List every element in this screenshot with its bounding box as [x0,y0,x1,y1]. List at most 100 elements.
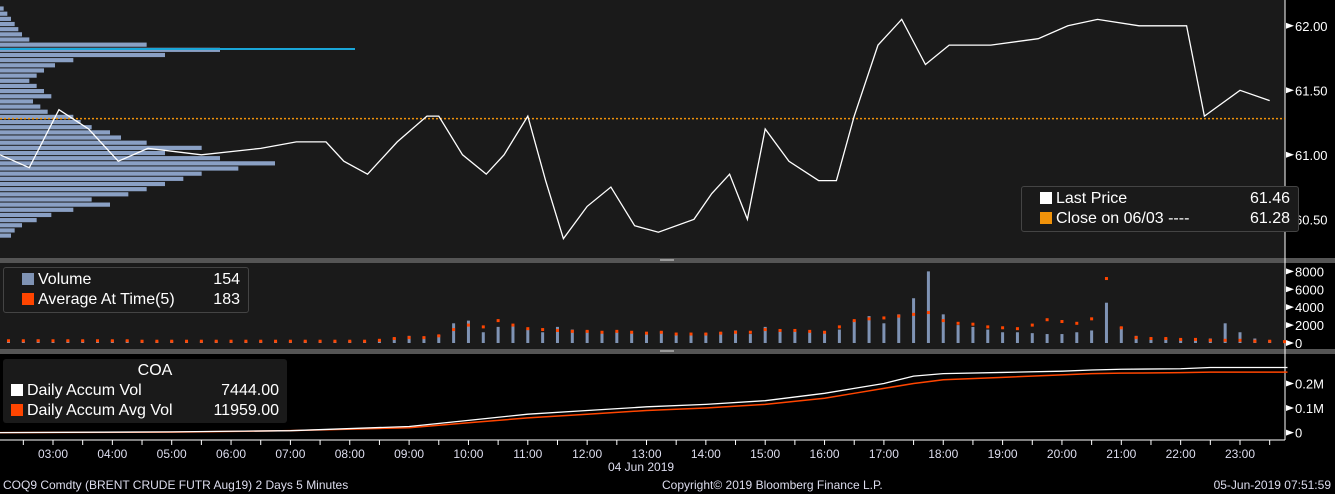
average-marker [570,329,574,333]
price-axis-tick-label: 61.00 [1295,148,1328,163]
average-marker [659,330,663,334]
volume-bar [1119,326,1123,343]
volume-bar [511,325,515,343]
average-marker [852,319,856,323]
average-marker [1149,337,1153,341]
divider-handle [660,350,674,352]
average-marker [244,339,248,343]
average-marker [882,316,886,320]
x-tick-label: 04:00 [97,447,127,461]
volume-bar [897,314,901,343]
average-marker [437,334,441,338]
average-marker [318,339,322,343]
volume-profile-bar [0,78,30,83]
volume-bar [1001,332,1005,343]
volume-bar [1045,334,1049,343]
volume-bar [615,332,619,343]
accum-avg-value: 11959.00 [213,402,279,419]
average-marker [259,339,263,343]
volume-axis-tick-marker [1286,304,1294,311]
average-marker [185,339,189,343]
x-tick-label: 23:00 [1225,447,1255,461]
volume-profile-bar [0,187,147,192]
volume-profile-bar [0,52,165,58]
volume-profile-bar [0,16,11,21]
volume-value: 154 [213,271,240,288]
accum-axis-tick-label: 0.2M [1295,376,1324,391]
accum-swatch [11,384,23,396]
average-marker [971,322,975,326]
volume-bar [496,326,500,343]
volume-profile-bar [0,228,15,233]
average-marker [689,332,693,336]
average-marker [926,311,930,315]
x-tick-label: 12:00 [572,447,602,461]
x-tick-label: 19:00 [988,447,1018,461]
average-marker [867,317,871,321]
average-marker [36,339,40,343]
volume-legend[interactable]: Volume 154 Average At Time(5) 183 [3,267,249,313]
average-marker [274,339,278,343]
average-marker [81,339,85,343]
x-tick-label: 16:00 [810,447,840,461]
accum-axis-tick-marker [1286,405,1294,412]
average-marker [155,339,159,343]
accum-avg-swatch [11,404,23,416]
average-marker [21,339,25,343]
volume-axis-tick-marker [1286,322,1294,329]
last-price-swatch [1040,192,1052,204]
accum-vol-value: 7444.00 [221,382,279,399]
volume-bar [1104,302,1108,343]
volume-profile-bar [0,63,55,68]
volume-bar [882,323,886,343]
volume-profile-bar [0,21,15,27]
avg-swatch [22,293,34,305]
average-marker [96,339,100,343]
volume-profile-bar [0,192,129,197]
volume-profile-bar [0,58,74,63]
average-marker [377,338,381,342]
volume-profile-bar [0,140,147,145]
last-price-value: 61.46 [1249,190,1290,207]
volume-axis-tick-label: 0 [1295,336,1302,351]
volume-bar [956,325,960,343]
average-marker [704,332,708,336]
volume-profile-bar [0,27,19,32]
average-marker [585,329,589,333]
volume-bar [748,334,752,343]
average-marker [140,339,144,343]
x-tick-label: 20:00 [1047,447,1077,461]
volume-axis-tick-marker [1286,268,1294,275]
security-description: COQ9 Comdty (BRENT CRUDE FUTR Aug19) 2 D… [3,478,349,492]
volume-profile-bar [0,73,37,78]
average-marker [51,339,55,343]
x-tick-label: 09:00 [394,447,424,461]
average-marker [125,339,129,343]
price-axis-tick-label: 61.50 [1295,83,1328,98]
average-marker [793,328,797,332]
average-marker [303,339,307,343]
accum-legend[interactable]: COA Daily Accum Vol 7444.00 Daily Accum A… [3,359,287,423]
average-marker [1015,327,1019,331]
average-marker [407,336,411,340]
price-axis-tick-marker [1286,151,1294,158]
volume-profile-bar [0,233,11,238]
date-label: 04 Jun 2019 [608,460,675,474]
average-marker [66,339,70,343]
volume-bar [941,314,945,343]
volume-bar [645,334,648,343]
volume-bar [808,332,812,343]
average-marker [110,339,114,343]
volume-profile-bar [0,202,110,207]
volume-profile-bar [0,145,202,150]
volume-bar [674,334,678,343]
price-legend[interactable]: Last Price 61.46 Close on 06/03 ---- 61.28 [1021,186,1299,232]
average-marker [422,336,426,340]
volume-bar [1060,334,1064,343]
volume-bar [852,320,856,343]
average-marker [1208,338,1212,342]
average-marker [363,339,367,343]
volume-axis-tick-marker [1286,286,1294,293]
x-tick-label: 15:00 [750,447,780,461]
x-tick-label: 07:00 [275,447,305,461]
